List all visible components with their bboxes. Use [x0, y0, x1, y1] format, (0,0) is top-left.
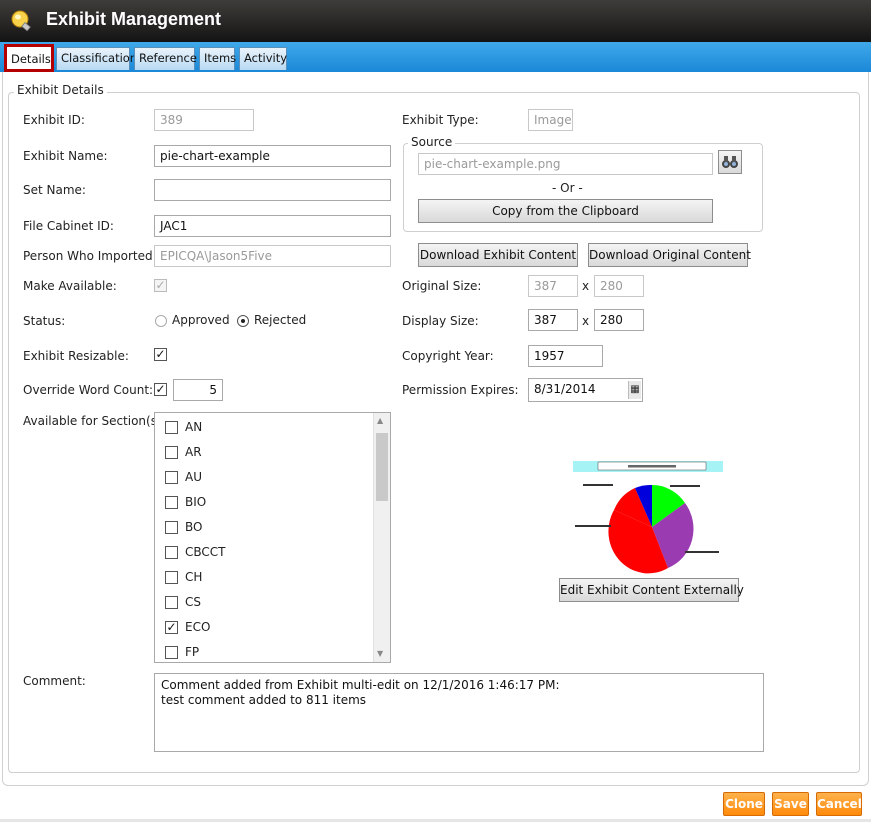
section-checkbox[interactable] — [165, 596, 178, 609]
section-checkbox[interactable] — [165, 571, 178, 584]
status-approved-label: Approved — [172, 313, 230, 327]
display-size-label: Display Size: — [402, 314, 479, 328]
exhibit-details-legend: Exhibit Details — [14, 83, 107, 97]
exhibit-resizable-checkbox[interactable]: ✓ — [154, 348, 167, 361]
section-label: BIO — [185, 495, 207, 509]
section-label: CS — [185, 595, 201, 609]
exhibit-id-field: 389 — [154, 109, 254, 131]
exhibit-type-field: Image — [528, 109, 573, 131]
person-imported-field: EPICQA\Jason5Five — [154, 245, 391, 267]
sections-label: Available for Section(s) — [23, 414, 162, 428]
section-checkbox[interactable] — [165, 421, 178, 434]
comment-label: Comment: — [23, 674, 86, 688]
original-height-field: 280 — [594, 275, 644, 297]
display-width-field[interactable]: 387 — [528, 309, 578, 331]
download-original-button[interactable]: Download Original Content — [588, 243, 751, 267]
size-separator: x — [582, 279, 590, 293]
section-label: ECO — [185, 620, 211, 634]
override-word-count-checkbox[interactable]: ✓ — [154, 383, 167, 396]
section-checkbox[interactable] — [165, 646, 178, 659]
make-available-checkbox: ✓ — [154, 278, 167, 292]
section-label: AR — [185, 445, 202, 459]
scroll-down-icon[interactable]: ▼ — [377, 649, 383, 658]
calendar-icon[interactable]: ▦ — [628, 381, 641, 399]
permission-date-field[interactable]: 8/31/2014 — [528, 378, 643, 402]
lightbulb-icon — [8, 8, 36, 34]
section-checkbox[interactable]: ✓ — [165, 621, 178, 634]
permission-expires-label: Permission Expires: — [402, 383, 519, 397]
file-cabinet-label: File Cabinet ID: — [23, 219, 114, 233]
section-label: BO — [185, 520, 203, 534]
set-name-field[interactable] — [154, 179, 391, 201]
section-checkbox[interactable] — [165, 471, 178, 484]
save-button[interactable]: Save — [772, 792, 809, 816]
sections-list[interactable]: AN AR AU BIO BO CBCCT CH CS ✓ ECO FP ▲ ▼ — [154, 412, 391, 663]
section-label: CBCCT — [185, 545, 226, 559]
binoculars-icon — [722, 156, 738, 168]
original-width-field: 387 — [528, 275, 578, 297]
download-exhibit-button[interactable]: Download Exhibit Content — [418, 243, 578, 267]
scroll-thumb[interactable] — [376, 433, 388, 501]
clone-button[interactable]: Clone — [723, 792, 765, 816]
sections-scrollbar[interactable]: ▲ ▼ — [373, 413, 390, 662]
comment-field[interactable]: Comment added from Exhibit multi-edit on… — [154, 673, 764, 752]
or-separator: - Or - — [552, 181, 583, 195]
size-separator: x — [582, 314, 590, 328]
exhibit-id-label: Exhibit ID: — [23, 113, 85, 127]
set-name-label: Set Name: — [23, 183, 86, 197]
section-label: AU — [185, 470, 202, 484]
tab-details[interactable]: Details — [4, 44, 54, 72]
app-title: Exhibit Management — [46, 9, 222, 29]
tab-classification[interactable]: Classification — [56, 47, 137, 70]
cancel-button[interactable]: Cancel — [816, 792, 862, 816]
section-checkbox[interactable] — [165, 546, 178, 559]
status-label: Status: — [23, 314, 66, 328]
exhibit-type-label: Exhibit Type: — [402, 113, 479, 127]
status-rejected-label: Rejected — [254, 313, 307, 327]
exhibit-preview-image — [560, 455, 740, 575]
browse-button[interactable] — [718, 150, 742, 174]
file-cabinet-field[interactable]: JAC1 — [154, 215, 391, 237]
source-legend: Source — [408, 135, 456, 149]
section-label: AN — [185, 420, 203, 434]
person-imported-label: Person Who Imported: — [23, 249, 157, 263]
tab-items[interactable]: Items — [199, 47, 236, 70]
tab-activity[interactable]: Activity — [239, 47, 287, 70]
exhibit-name-label: Exhibit Name: — [23, 149, 108, 163]
copy-clipboard-button[interactable]: Copy from the Clipboard — [418, 199, 713, 223]
word-count-field[interactable]: 5 — [173, 379, 223, 401]
section-checkbox[interactable] — [165, 521, 178, 534]
section-checkbox[interactable] — [165, 496, 178, 509]
display-height-field[interactable]: 280 — [594, 309, 644, 331]
original-size-label: Original Size: — [402, 279, 482, 293]
tab-reference[interactable]: Reference — [134, 47, 197, 70]
section-label: CH — [185, 570, 203, 584]
exhibit-name-field[interactable]: pie-chart-example — [154, 145, 391, 167]
override-word-count-label: Override Word Count: — [23, 383, 154, 397]
status-rejected-radio[interactable] — [237, 315, 249, 327]
copyright-year-field[interactable]: 1957 — [528, 345, 603, 367]
section-label: FP — [185, 645, 200, 659]
make-available-label: Make Available: — [23, 279, 117, 293]
copyright-year-label: Copyright Year: — [402, 349, 494, 363]
status-approved-radio[interactable] — [155, 315, 167, 327]
exhibit-resizable-label: Exhibit Resizable: — [23, 349, 129, 363]
source-file-field: pie-chart-example.png — [418, 153, 713, 175]
scroll-up-icon[interactable]: ▲ — [377, 416, 383, 425]
edit-externally-button[interactable]: Edit Exhibit Content Externally — [559, 578, 744, 602]
section-checkbox[interactable] — [165, 446, 178, 459]
